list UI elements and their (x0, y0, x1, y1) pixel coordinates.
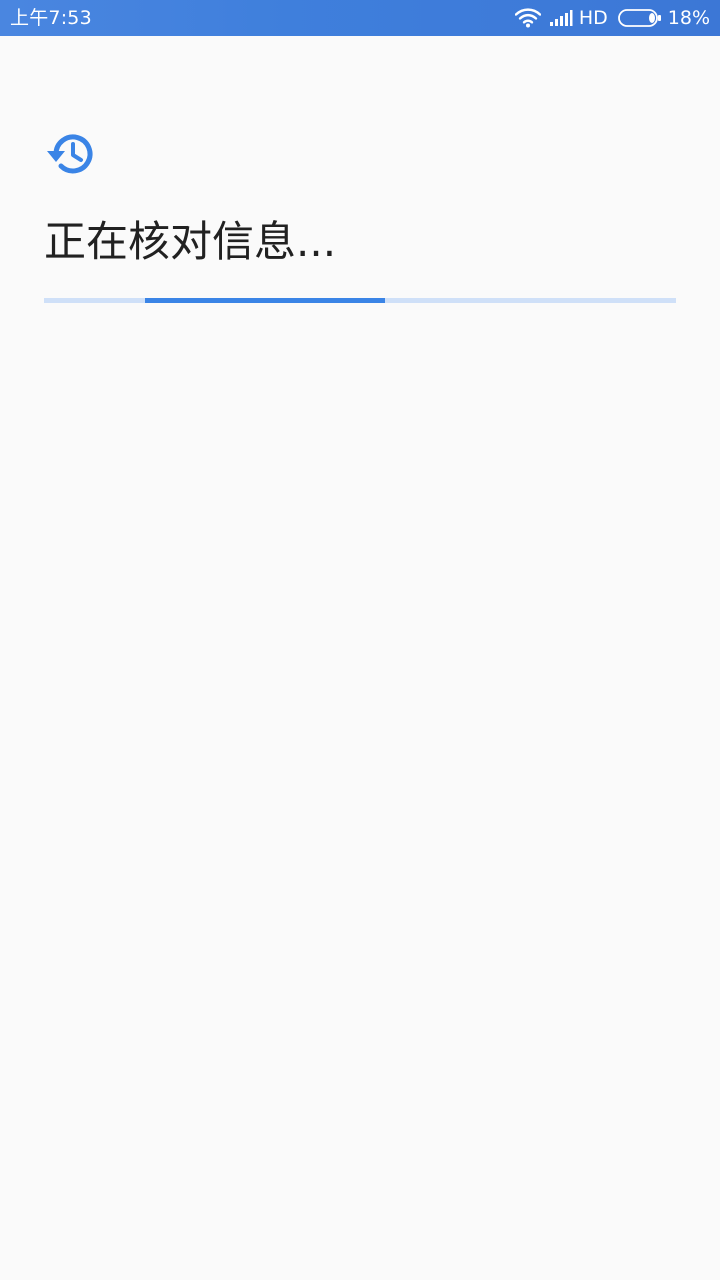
main-content: 正在核对信息... (0, 36, 720, 1280)
battery-percent: 18% (667, 7, 710, 29)
progress-bar-indicator (145, 298, 385, 303)
progress-bar (44, 298, 676, 303)
network-type: HD (578, 7, 608, 29)
status-time: 上午7:53 (10, 7, 92, 29)
status-indicators: HD 18% (514, 6, 710, 30)
status-bar: 上午7:53 HD 18% (0, 0, 720, 36)
history-icon (47, 134, 93, 174)
signal-icon (549, 10, 573, 26)
page-title: 正在核对信息... (44, 217, 337, 266)
wifi-icon (514, 8, 541, 28)
battery-icon (617, 9, 661, 27)
